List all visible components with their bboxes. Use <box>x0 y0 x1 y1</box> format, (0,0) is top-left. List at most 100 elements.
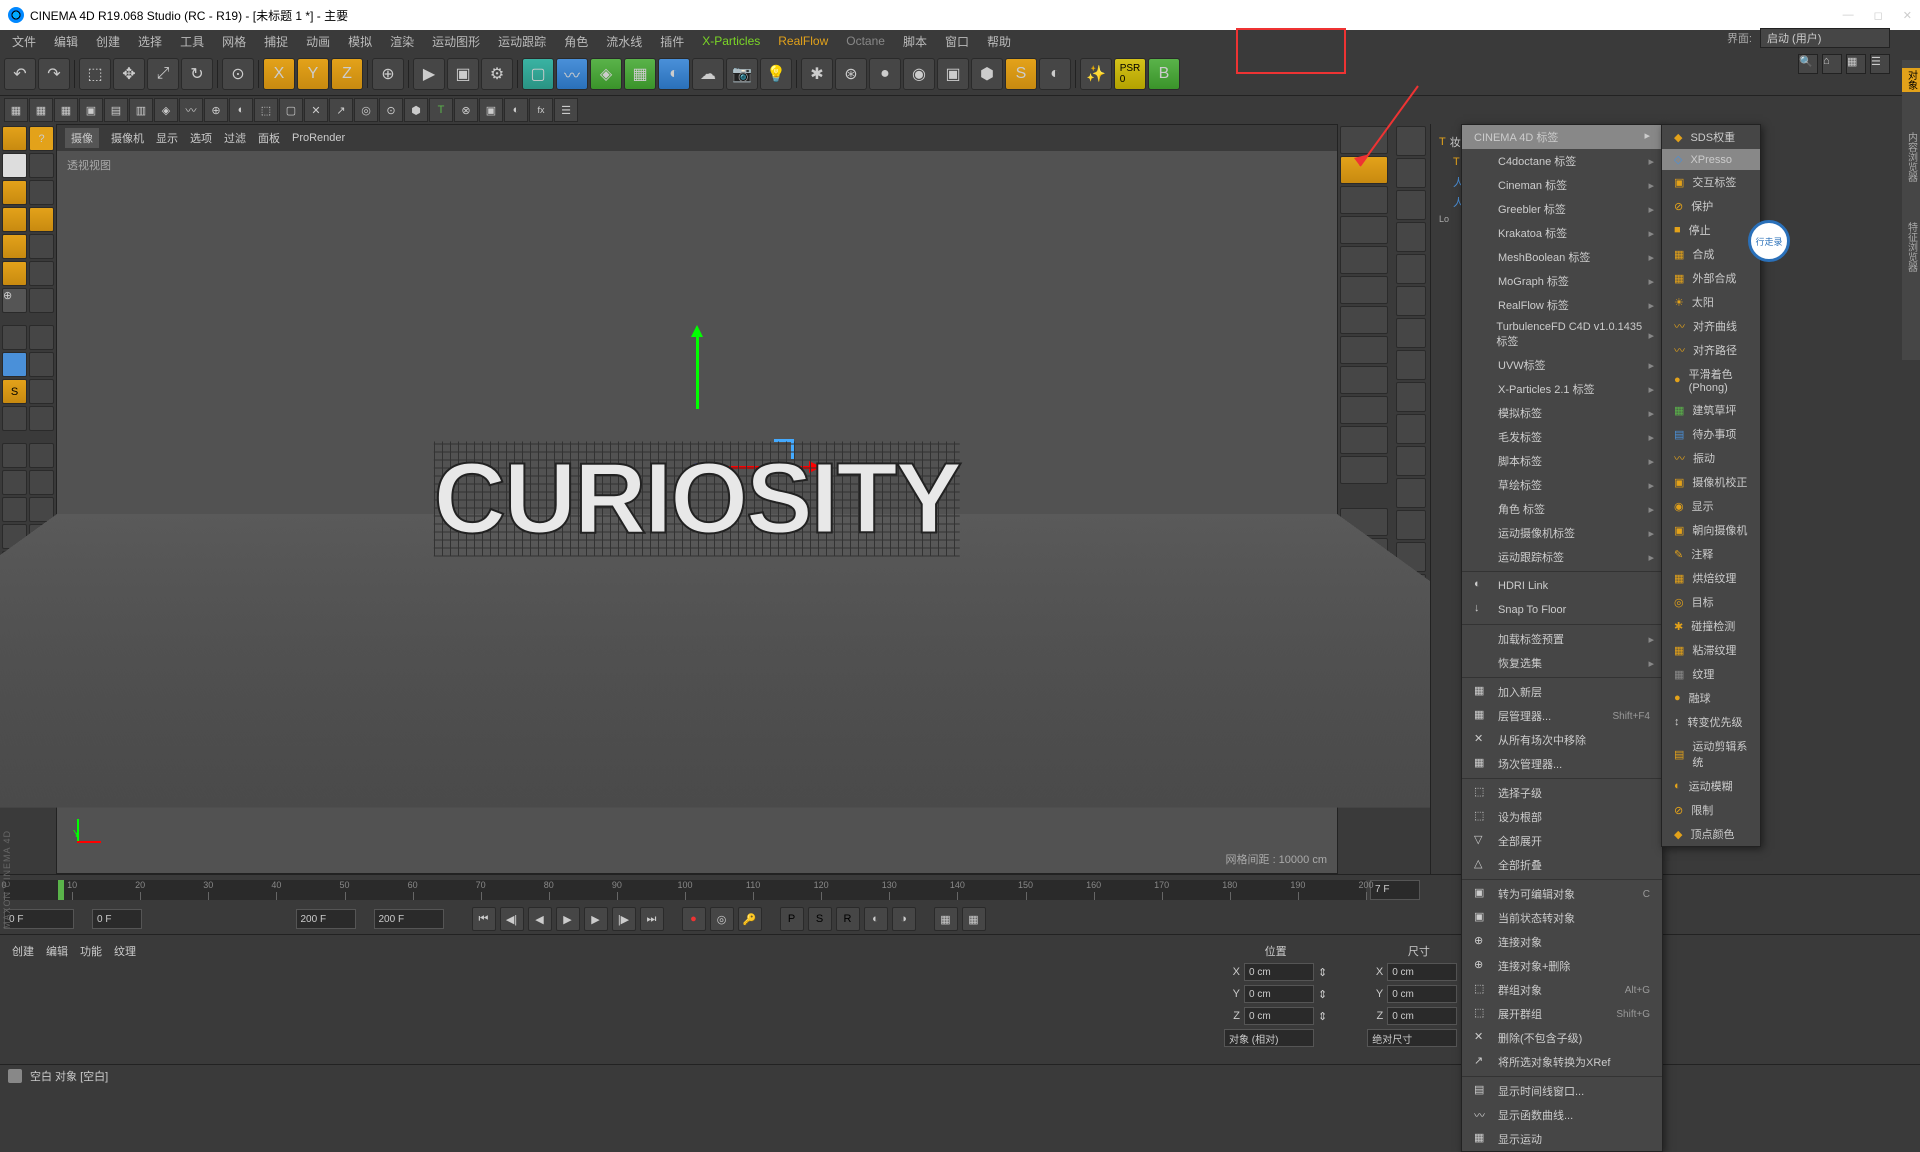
nav-8[interactable] <box>1340 336 1388 364</box>
lp-axis[interactable]: ⊕ <box>2 288 27 313</box>
cm-item[interactable]: ⬚设为根部 <box>1462 805 1662 829</box>
lp-cnt[interactable] <box>29 288 54 313</box>
rf-button[interactable]: S <box>1005 58 1037 90</box>
cm-item[interactable]: ◐HDRI Link <box>1462 574 1662 598</box>
st17[interactable]: ⬢ <box>404 98 428 122</box>
sm-item[interactable]: ↕转变优先级 <box>1662 710 1760 734</box>
menu-select[interactable]: 选择 <box>130 31 170 52</box>
add-cube[interactable]: ▢ <box>522 58 554 90</box>
tl-end2[interactable]: 200 F <box>374 909 444 929</box>
octane-live[interactable]: ▣ <box>937 58 969 90</box>
menu-realflow[interactable]: RealFlow <box>770 32 836 50</box>
cm-item[interactable]: Krakatoa 标签▸ <box>1462 221 1662 245</box>
st19[interactable]: ⊗ <box>454 98 478 122</box>
rs-13[interactable] <box>1396 510 1426 540</box>
menu-char[interactable]: 角色 <box>556 31 596 52</box>
bullet-button[interactable]: ● <box>869 58 901 90</box>
tl-pla[interactable]: ◑ <box>892 907 916 931</box>
sm-item[interactable]: ▦纹理 <box>1662 662 1760 686</box>
cm-item[interactable]: 加载标签预置▸ <box>1462 627 1662 651</box>
rs-9[interactable] <box>1396 382 1426 412</box>
menu-mograph[interactable]: 运动图形 <box>424 31 488 52</box>
home-icon[interactable]: ⌂ <box>1822 54 1842 74</box>
cm-item[interactable]: ⬚群组对象Alt+G <box>1462 978 1662 1002</box>
sm-item[interactable]: 〰对齐曲线 <box>1662 314 1760 338</box>
add-deformer[interactable]: ◐ <box>658 58 690 90</box>
nav-11[interactable] <box>1340 426 1388 454</box>
tfd-button[interactable]: ◉ <box>903 58 935 90</box>
lp-mag[interactable] <box>2 443 27 468</box>
sm-item[interactable]: 〰振动 <box>1662 446 1760 470</box>
nav-3[interactable] <box>1340 186 1388 214</box>
menu-snap[interactable]: 捕捉 <box>256 31 296 52</box>
sm-item[interactable]: ▤运动剪辑系统 <box>1662 734 1760 774</box>
sm-item[interactable]: ▦合成 <box>1662 242 1760 266</box>
cm-item[interactable]: UVW标签▸ <box>1462 353 1662 377</box>
tl-s[interactable]: S <box>808 907 832 931</box>
cm-item[interactable]: ▦层管理器...Shift+F4 <box>1462 704 1662 728</box>
nav-4[interactable] <box>1340 216 1388 244</box>
tl-cur[interactable]: 0 F <box>92 909 142 929</box>
sm-item[interactable]: ▦粘滞纹理 <box>1662 638 1760 662</box>
cm-item[interactable]: 恢复选集▸ <box>1462 651 1662 675</box>
lp-sb2[interactable] <box>29 352 54 377</box>
nav-1[interactable] <box>1340 126 1388 154</box>
sm-item[interactable]: ▣摄像机校正 <box>1662 470 1760 494</box>
tl-p[interactable]: P <box>780 907 804 931</box>
st5[interactable]: ▤ <box>104 98 128 122</box>
sm-item[interactable]: ⊘保护 <box>1662 194 1760 218</box>
cm-item[interactable]: ⊕连接对象 <box>1462 930 1662 954</box>
last-tool[interactable]: ⊙ <box>222 58 254 90</box>
select-tool[interactable]: ⬚ <box>79 58 111 90</box>
lp-help[interactable]: ? <box>29 126 54 151</box>
render-pv[interactable]: ▣ <box>447 58 479 90</box>
sm-item[interactable]: ⊘限制 <box>1662 798 1760 822</box>
cm-item[interactable]: ▽全部展开 <box>1462 829 1662 853</box>
tl-next-key[interactable]: |▶ <box>612 907 636 931</box>
tl-key[interactable]: 🔑 <box>738 907 762 931</box>
st11[interactable]: ⬚ <box>254 98 278 122</box>
lp-model[interactable] <box>2 126 27 151</box>
tl-r[interactable]: R <box>836 907 860 931</box>
cm-item[interactable]: ⬚展开群组Shift+G <box>1462 1002 1662 1026</box>
tl-first[interactable]: ⏮ <box>472 907 496 931</box>
rs-lbl-0[interactable]: 对象 <box>1902 68 1920 92</box>
lp-obj[interactable] <box>2 180 27 205</box>
sm-item[interactable]: ●融球 <box>1662 686 1760 710</box>
st4[interactable]: ▣ <box>79 98 103 122</box>
sm-item[interactable]: ✎注释 <box>1662 542 1760 566</box>
st1[interactable]: ▦ <box>4 98 28 122</box>
cm-item[interactable]: ⊕连接对象+删除 <box>1462 954 1662 978</box>
grid-icon[interactable]: ▦ <box>1846 54 1866 74</box>
st2[interactable]: ▦ <box>29 98 53 122</box>
nav-10[interactable] <box>1340 396 1388 424</box>
menu-tools[interactable]: 工具 <box>172 31 212 52</box>
cm-item[interactable]: ▦场次管理器... <box>1462 752 1662 776</box>
axis-x-toggle[interactable]: X <box>263 58 295 90</box>
cm-item[interactable]: 〰显示函数曲线... <box>1462 1103 1662 1127</box>
tl-next[interactable]: ▶ <box>584 907 608 931</box>
sm-item[interactable]: ▦建筑草坪 <box>1662 398 1760 422</box>
tl-start[interactable]: 0 F <box>4 909 74 929</box>
sm-item[interactable]: ◇XPresso <box>1662 149 1760 170</box>
tl-frame-right[interactable]: 7 F <box>1370 880 1420 900</box>
cm-item[interactable]: 毛发标签▸ <box>1462 425 1662 449</box>
lp-sb6[interactable] <box>29 470 54 495</box>
cm-item[interactable]: ▦显示运动 <box>1462 1127 1662 1151</box>
pos-z[interactable]: 0 cm <box>1244 1007 1314 1025</box>
cm-item[interactable]: ▣当前状态转对象 <box>1462 906 1662 930</box>
cm-item[interactable]: MoGraph 标签▸ <box>1462 269 1662 293</box>
st21[interactable]: ◐ <box>504 98 528 122</box>
cm-item[interactable]: ▤显示时间线窗口... <box>1462 1079 1662 1103</box>
pos-x[interactable]: 0 cm <box>1244 963 1314 981</box>
menu-window[interactable]: 窗口 <box>937 31 977 52</box>
menu-sim[interactable]: 模拟 <box>340 31 380 52</box>
lp-wp[interactable] <box>2 406 27 431</box>
lp-sb5[interactable] <box>29 443 54 468</box>
lp-uvpt[interactable] <box>2 261 27 286</box>
rs-7[interactable] <box>1396 318 1426 348</box>
menu-plugins[interactable]: 插件 <box>652 31 692 52</box>
lp-poly[interactable] <box>2 234 27 259</box>
sm-item[interactable]: 〰对齐路径 <box>1662 338 1760 362</box>
menu-render[interactable]: 渲染 <box>382 31 422 52</box>
